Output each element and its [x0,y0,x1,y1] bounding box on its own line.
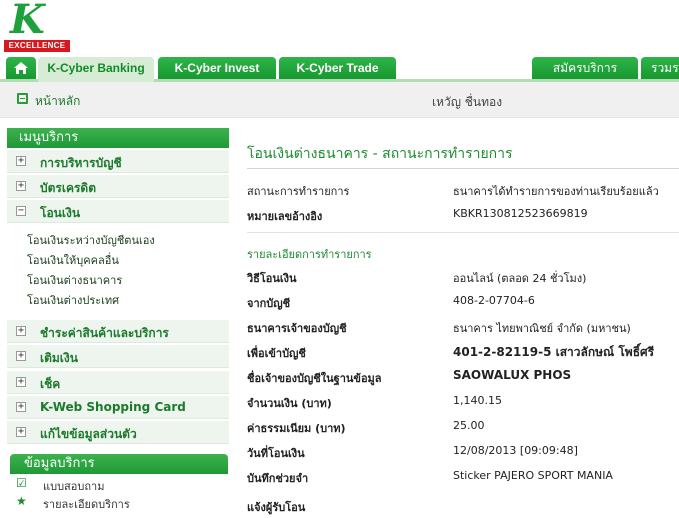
detail-row: วันที่โอนเงิน 12/08/2013 [09:09:48] [247,440,679,464]
divider [247,168,679,169]
reference-label: หมายเลขอ้างอิง [247,210,323,223]
detail-row: ค่าธรรมเนียม (บาท) 25.00 [247,415,679,439]
info-title: ข้อมูลบริการ [10,454,228,474]
detail-label: บันทึกช่วยจำ [247,472,309,485]
expand-icon[interactable]: + [16,377,26,387]
detail-label: จากบัญชี [247,297,291,310]
detail-row: วิธีโอนเงิน ออนไลน์ (ตลอด 24 ชั่วโมง) [247,265,679,289]
detail-label: วิธีโอนเงิน [247,272,297,285]
sidebar-item-label: เติมเงิน [40,351,78,365]
detail-row: ชื่อเจ้าของบัญชีในฐานข้อมูล SAOWALUX PHO… [247,365,679,389]
sidebar-item-label: ชำระค่าสินค้าและบริการ [40,326,169,340]
sidebar-item-label: บัตรเครดิต [40,181,97,195]
detail-value: 401-2-82119-5 เสาวลักษณ์ โพธิ์ศรี [453,345,655,359]
status-value: ธนาคารได้ทำรายการของท่านเรียบร้อยแล้ว [453,185,659,198]
detail-value: ออนไลน์ (ตลอด 24 ชั่วโมง) [453,272,587,285]
expand-icon[interactable]: + [16,402,26,412]
expand-icon[interactable]: + [16,156,26,166]
detail-value: 1,140.15 [453,394,502,407]
menu-title: เมนูบริการ [7,128,229,148]
sidebar-item-label: แก้ไขข้อมูลส่วนตัว [40,427,137,441]
sidebar-item-label: การบริหารบัญชี [40,156,122,170]
detail-value: 408-2-07704-6 [453,294,535,307]
detail-label: ชื่อเจ้าของบัญชีในฐานข้อมูล [247,372,382,385]
reference-value: KBKR130812523669819 [453,207,588,220]
detail-value: ธนาคาร ไทยพาณิชย์ จำกัด (มหาชน) [453,322,631,335]
tab-k-cyber-trade[interactable]: K-Cyber Trade [279,57,396,79]
expand-icon[interactable]: + [16,326,26,336]
top-navigation: K-Cyber Banking K-Cyber Invest K-Cyber T… [0,57,679,82]
submenu-own-account-transfer[interactable]: โอนเงินระหว่างบัญชีตนเอง [27,231,155,249]
detail-row: ธนาคารเจ้าของบัญชี ธนาคาร ไทยพาณิชย์ จำก… [247,315,679,339]
kasikorn-logo[interactable]: K EXCELLENCE [4,0,70,52]
info-item-label: รายละเอียดบริการ [43,498,130,511]
detail-row: แจ้งผู้รับโอน [247,494,679,518]
info-item-label: แบบสอบถาม [43,480,105,493]
sidebar-item-label: โอนเงิน [40,206,81,220]
sidebar-item-bill-payment[interactable]: + ชำระค่าสินค้าและบริการ [7,320,229,343]
submenu-interbank-transfer[interactable]: โอนเงินต่างธนาคาร [27,271,122,289]
home-icon [14,62,28,74]
detail-label: ค่าธรรมเนียม (บาท) [247,422,346,435]
sidebar-item-cheque[interactable]: + เช็ค [7,371,229,394]
status-label: สถานะการทำรายการ [247,185,350,198]
detail-value: SAOWALUX PHOS [453,368,572,382]
detail-label: จำนวนเงิน (บาท) [247,397,332,410]
submenu-international-transfer[interactable]: โอนเงินต่างประเทศ [27,291,119,309]
home-link[interactable]: หน้าหลัก [35,92,80,111]
detail-row: เพื่อเข้าบัญชี 401-2-82119-5 เสาวลักษณ์ … [247,340,679,364]
star-icon: ★ [16,494,27,508]
logo-letter: K [10,0,45,43]
detail-row: จำนวนเงิน (บาท) 1,140.15 [247,390,679,414]
tab-k-cyber-banking[interactable]: K-Cyber Banking [38,57,154,82]
expand-icon[interactable]: + [16,351,26,361]
detail-label: ธนาคารเจ้าของบัญชี [247,322,347,335]
tab-register-service[interactable]: สมัครบริการ [532,57,638,79]
divider [247,232,679,233]
detail-value: 25.00 [453,419,485,432]
sidebar-item-account-management[interactable]: + การบริหารบัญชี [7,150,229,173]
sub-header: หน้าหลัก เหวัญ ชื่นทอง [0,82,679,118]
submenu-transfer-to-others[interactable]: โอนเงินให้บุคคลอื่น [27,251,119,269]
status-row: สถานะการทำรายการ ธนาคารได้ทำรายการของท่า… [247,178,679,202]
sidebar-item-label: เช็ค [40,377,61,391]
sidebar-item-shopping-card[interactable]: + K-Web Shopping Card [7,396,229,419]
tab-k-cyber-invest[interactable]: K-Cyber Invest [158,57,276,79]
detail-row: บันทึกช่วยจำ Sticker PAJERO SPORT MANIA [247,465,679,489]
page-title: โอนเงินต่างธนาคาร - สถานะการทำรายการ [247,146,513,162]
detail-value: 12/08/2013 [09:09:48] [453,444,578,457]
tab-combined[interactable]: รวมร [641,57,679,79]
home-tab[interactable] [6,57,36,79]
user-name: เหวัญ ชื่นทอง [432,95,503,109]
sidebar-item-label: K-Web Shopping Card [40,400,186,414]
home-page-icon[interactable] [17,93,28,104]
logo-text: EXCELLENCE [4,40,70,52]
sidebar-item-edit-profile[interactable]: + แก้ไขข้อมูลส่วนตัว [7,421,229,444]
detail-label: วันที่โอนเงิน [247,447,305,460]
sidebar-item-top-up[interactable]: + เติมเงิน [7,345,229,368]
reference-row: หมายเลขอ้างอิง KBKR130812523669819 [247,203,679,227]
details-title: รายละเอียดการทำรายการ [247,248,372,261]
sidebar-item-credit-card[interactable]: + บัตรเครดิต [7,175,229,198]
detail-label: เพื่อเข้าบัญชี [247,347,306,360]
collapse-icon[interactable]: − [16,206,26,216]
checkbox-icon: ☑ [16,476,27,490]
expand-icon[interactable]: + [16,181,26,191]
detail-row: จากบัญชี 408-2-07704-6 [247,290,679,314]
expand-icon[interactable]: + [16,427,26,437]
detail-value: Sticker PAJERO SPORT MANIA [453,469,613,482]
detail-label: แจ้งผู้รับโอน [247,501,306,514]
sidebar-item-transfer[interactable]: − โอนเงิน [7,200,229,223]
